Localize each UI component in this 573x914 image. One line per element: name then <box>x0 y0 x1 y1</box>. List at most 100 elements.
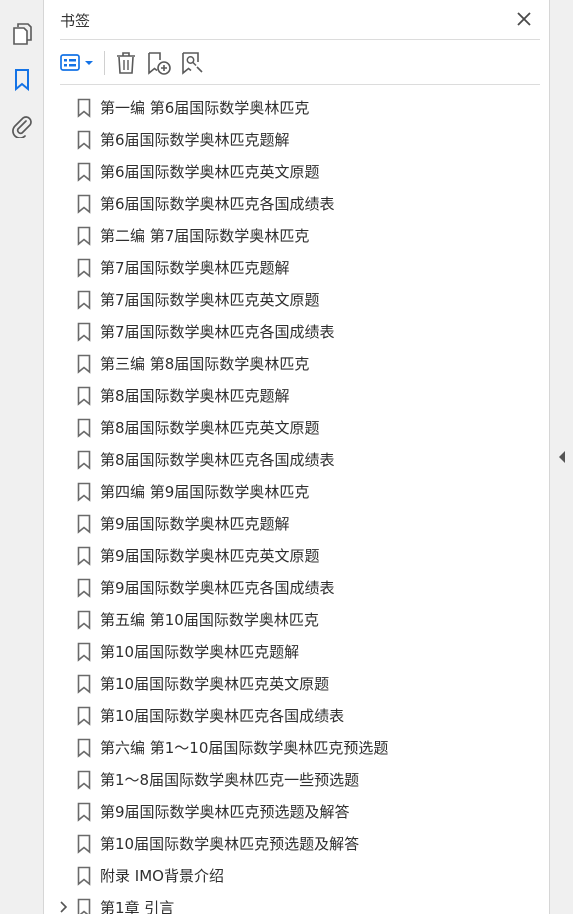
bookmark-icon <box>77 546 91 566</box>
panel-header: 书签 <box>60 0 540 40</box>
bookmark-item[interactable]: 第9届国际数学奥林匹克各国成绩表 <box>45 572 529 604</box>
bookmark-icon <box>77 866 91 886</box>
bookmark-icon <box>77 418 91 438</box>
bookmark-label: 第六编 第1～10届国际数学奥林匹克预选题 <box>100 739 389 757</box>
bookmark-item[interactable]: 第三编 第8届国际数学奥林匹克 <box>45 348 529 380</box>
bookmark-icon <box>77 130 91 150</box>
bookmark-item[interactable]: 第四编 第9届国际数学奥林匹克 <box>45 476 529 508</box>
bookmark-item[interactable]: 第7届国际数学奥林匹克各国成绩表 <box>45 316 529 348</box>
bookmark-item-expandable[interactable]: 第1章 引言 <box>45 892 529 914</box>
bookmark-icon <box>77 354 91 374</box>
bookmark-icon <box>77 162 91 182</box>
bookmark-icon <box>77 642 91 662</box>
bookmark-icon <box>77 578 91 598</box>
bookmark-toolbar <box>60 41 540 85</box>
close-button[interactable] <box>514 9 534 29</box>
navigation-rail <box>0 0 44 914</box>
bookmark-label: 第7届国际数学奥林匹克英文原题 <box>100 291 320 309</box>
bookmark-icon <box>77 194 91 214</box>
pages-icon[interactable] <box>8 20 36 48</box>
bookmark-label: 第五编 第10届国际数学奥林匹克 <box>100 611 319 629</box>
bookmark-add-icon <box>148 52 171 75</box>
bookmark-icon <box>77 834 91 854</box>
new-bookmark-button[interactable] <box>144 49 174 77</box>
bookmark-icon <box>77 450 91 470</box>
bookmark-item[interactable]: 第二编 第7届国际数学奥林匹克 <box>45 220 529 252</box>
bookmark-label: 第9届国际数学奥林匹克各国成绩表 <box>100 579 335 597</box>
bookmark-label: 第8届国际数学奥林匹克各国成绩表 <box>100 451 335 469</box>
bookmark-label: 第1～8届国际数学奥林匹克一些预选题 <box>100 771 360 789</box>
bookmark-label: 第7届国际数学奥林匹克题解 <box>100 259 290 277</box>
attachment-icon[interactable] <box>8 112 36 140</box>
bookmark-label: 第10届国际数学奥林匹克各国成绩表 <box>100 707 345 725</box>
bookmark-list: 第一编 第6届国际数学奥林匹克 第6届国际数学奥林匹克题解 第6届国际数学奥林匹… <box>45 92 549 914</box>
bookmark-icon <box>77 738 91 758</box>
bookmark-item[interactable]: 第10届国际数学奥林匹克预选题及解答 <box>45 828 529 860</box>
chevron-right-icon[interactable] <box>57 900 71 914</box>
bookmark-label: 第7届国际数学奥林匹克各国成绩表 <box>100 323 335 341</box>
bookmark-label: 第1章 引言 <box>100 899 175 914</box>
bookmark-icon <box>77 98 91 118</box>
panel-resize-strip <box>549 0 573 914</box>
bookmark-item[interactable]: 第六编 第1～10届国际数学奥林匹克预选题 <box>45 732 529 764</box>
bookmarks-app: 书签 第一编 第6届国际数学奥林匹克 第6届国际数学奥林匹克题解 第6届国际数学… <box>0 0 573 914</box>
bookmark-item[interactable]: 第6届国际数学奥林匹克题解 <box>45 124 529 156</box>
bookmark-item[interactable]: 第6届国际数学奥林匹克英文原题 <box>45 156 529 188</box>
bookmark-icon <box>77 386 91 406</box>
bookmark-icon <box>77 322 91 342</box>
bookmark-label: 第二编 第7届国际数学奥林匹克 <box>100 227 310 245</box>
bookmark-label: 第10届国际数学奥林匹克题解 <box>100 643 300 661</box>
bookmark-label: 第6届国际数学奥林匹克英文原题 <box>100 163 320 181</box>
bookmark-item[interactable]: 第8届国际数学奥林匹克各国成绩表 <box>45 444 529 476</box>
bookmark-icon <box>77 898 91 914</box>
bookmark-label: 第8届国际数学奥林匹克英文原题 <box>100 419 320 437</box>
bookmark-icon <box>77 706 91 726</box>
bookmark-label: 第四编 第9届国际数学奥林匹克 <box>100 483 310 501</box>
find-bookmark-button[interactable] <box>178 49 208 77</box>
bookmark-item[interactable]: 第1～8届国际数学奥林匹克一些预选题 <box>45 764 529 796</box>
bookmark-item[interactable]: 第一编 第6届国际数学奥林匹克 <box>45 92 529 124</box>
delete-bookmark-button[interactable] <box>112 49 140 77</box>
bookmark-item[interactable]: 第10届国际数学奥林匹克各国成绩表 <box>45 700 529 732</box>
bookmark-label: 第9届国际数学奥林匹克题解 <box>100 515 290 533</box>
bookmark-icon <box>77 770 91 790</box>
bookmark-icon <box>77 514 91 534</box>
bookmark-label: 第10届国际数学奥林匹克英文原题 <box>100 675 330 693</box>
bookmark-label: 第9届国际数学奥林匹克预选题及解答 <box>100 803 350 821</box>
bookmark-label: 第6届国际数学奥林匹克题解 <box>100 131 290 149</box>
bookmark-icon[interactable] <box>8 66 36 94</box>
bookmark-icon <box>77 610 91 630</box>
bookmark-icon <box>77 290 91 310</box>
bookmark-item[interactable]: 第10届国际数学奥林匹克题解 <box>45 636 529 668</box>
bookmark-label: 附录 IMO背景介绍 <box>100 867 224 885</box>
bookmark-icon <box>77 802 91 822</box>
close-icon <box>517 12 531 26</box>
bookmark-item[interactable]: 第9届国际数学奥林匹克题解 <box>45 508 529 540</box>
bookmark-item[interactable]: 第9届国际数学奥林匹克英文原题 <box>45 540 529 572</box>
bookmark-icon <box>77 258 91 278</box>
collapse-arrow-icon[interactable] <box>557 450 567 464</box>
bookmark-item[interactable]: 第6届国际数学奥林匹克各国成绩表 <box>45 188 529 220</box>
bookmark-icon <box>77 674 91 694</box>
options-menu-button[interactable] <box>60 49 96 77</box>
toolbar-separator <box>104 51 105 75</box>
bookmarks-panel: 书签 第一编 第6届国际数学奥林匹克 第6届国际数学奥林匹克题解 第6届国际数学… <box>45 0 549 914</box>
bookmark-label: 第8届国际数学奥林匹克题解 <box>100 387 290 405</box>
trash-icon <box>117 52 135 74</box>
panel-title: 书签 <box>60 12 91 30</box>
bookmark-label: 第10届国际数学奥林匹克预选题及解答 <box>100 835 360 853</box>
bookmark-icon <box>77 482 91 502</box>
bookmark-item[interactable]: 第7届国际数学奥林匹克题解 <box>45 252 529 284</box>
bookmark-item[interactable]: 第五编 第10届国际数学奥林匹克 <box>45 604 529 636</box>
bookmark-label: 第三编 第8届国际数学奥林匹克 <box>100 355 310 373</box>
bookmark-item[interactable]: 第8届国际数学奥林匹克英文原题 <box>45 412 529 444</box>
list-options-icon <box>60 54 93 71</box>
bookmark-item[interactable]: 第7届国际数学奥林匹克英文原题 <box>45 284 529 316</box>
bookmark-label: 第9届国际数学奥林匹克英文原题 <box>100 547 320 565</box>
bookmark-icon <box>77 226 91 246</box>
bookmark-item[interactable]: 第10届国际数学奥林匹克英文原题 <box>45 668 529 700</box>
bookmark-item[interactable]: 第8届国际数学奥林匹克题解 <box>45 380 529 412</box>
bookmark-search-icon <box>182 52 203 75</box>
bookmark-item[interactable]: 第9届国际数学奥林匹克预选题及解答 <box>45 796 529 828</box>
bookmark-item[interactable]: 附录 IMO背景介绍 <box>45 860 529 892</box>
